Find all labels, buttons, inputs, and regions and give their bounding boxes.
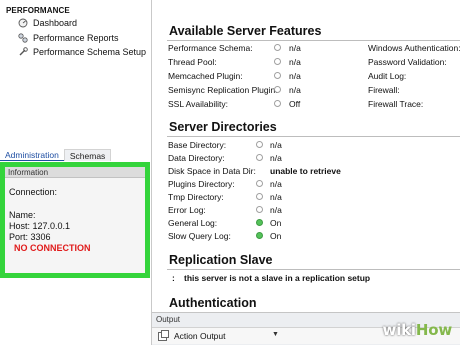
copy-icon[interactable] <box>158 330 169 341</box>
directory-label: Data Directory: <box>168 153 225 163</box>
section-divider <box>167 40 460 41</box>
directory-label: Base Directory: <box>168 140 227 150</box>
feature-value: n/a <box>289 57 301 67</box>
feature-label: Firewall: <box>368 85 400 95</box>
section-divider <box>167 269 460 270</box>
status-indicator-icon <box>256 193 263 200</box>
directory-value: n/a <box>270 192 282 202</box>
server-features-title: Available Server Features <box>169 24 322 38</box>
feature-label: Audit Log: <box>368 71 407 81</box>
feature-label: Firewall Trace: <box>368 99 424 109</box>
directory-value: On <box>270 218 282 228</box>
feature-label: SSL Availability: <box>168 99 229 109</box>
directory-label: General Log: <box>168 218 218 228</box>
nav-item-performance-reports[interactable]: Performance Reports <box>18 32 119 44</box>
replication-separator: : <box>172 273 175 283</box>
status-indicator-icon <box>274 72 281 79</box>
navigator-tabs: Administration Schemas <box>0 149 152 161</box>
output-type-select[interactable]: Action Output <box>174 331 226 341</box>
name-label: Name: <box>9 210 36 220</box>
feature-label: Memcached Plugin: <box>168 71 243 81</box>
feature-value: Off <box>289 99 301 109</box>
authentication-title: Authentication <box>169 296 257 310</box>
connection-label: Connection: <box>9 187 58 197</box>
status-indicator-icon <box>274 44 281 51</box>
replication-title: Replication Slave <box>169 253 273 267</box>
directory-value: On <box>270 231 282 241</box>
watermark-wiki: wiki <box>382 321 417 339</box>
wrench-icon <box>19 47 28 56</box>
feature-label: Performance Schema: <box>168 43 253 53</box>
server-directories-title: Server Directories <box>169 120 277 134</box>
feature-label: Password Validation: <box>368 57 447 67</box>
status-on-icon <box>256 219 263 226</box>
port-value: Port: 3306 <box>9 232 51 242</box>
performance-section-title: PERFORMANCE <box>6 6 70 15</box>
output-label: Output <box>156 315 181 324</box>
feature-value: n/a <box>289 71 301 81</box>
feature-label: Semisync Replication Plugin: <box>168 85 278 95</box>
wikihow-watermark: wikiHow <box>382 321 453 339</box>
replication-message: this server is not a slave in a replicat… <box>184 273 371 283</box>
status-indicator-icon <box>256 154 263 161</box>
status-indicator-icon <box>256 206 263 213</box>
connection-status: NO CONNECTION <box>14 243 91 253</box>
directory-value: n/a <box>270 153 282 163</box>
feature-label: Windows Authentication: <box>368 43 460 53</box>
directory-label: Disk Space in Data Dir: <box>168 166 256 176</box>
nav-item-dashboard[interactable]: Dashboard <box>18 17 77 29</box>
directory-label: Error Log: <box>168 205 206 215</box>
status-indicator-icon <box>274 58 281 65</box>
disk-space-value: unable to retrieve <box>270 166 341 176</box>
nav-item-performance-schema-setup[interactable]: Performance Schema Setup <box>18 46 146 58</box>
section-divider <box>167 136 460 137</box>
nav-item-label: Dashboard <box>33 18 78 28</box>
status-indicator-icon <box>274 100 281 107</box>
status-indicator-icon <box>256 141 263 148</box>
host-value: Host: 127.0.0.1 <box>9 221 71 231</box>
information-panel: Information Connection: Name: Host: 127.… <box>0 162 150 278</box>
directory-value: n/a <box>270 205 282 215</box>
directory-label: Slow Query Log: <box>168 231 231 241</box>
status-on-icon <box>256 232 263 239</box>
reports-icon <box>18 33 28 43</box>
directory-label: Plugins Directory: <box>168 179 235 189</box>
feature-value: n/a <box>289 43 301 53</box>
directory-value: n/a <box>270 140 282 150</box>
status-indicator-icon <box>256 180 263 187</box>
tab-administration[interactable]: Administration <box>0 149 64 161</box>
feature-label: Thread Pool: <box>168 57 217 67</box>
status-indicator-icon <box>274 86 281 93</box>
nav-item-label: Performance Reports <box>33 33 119 43</box>
server-status-pane: Available Server Features Performance Sc… <box>152 0 460 312</box>
information-header: Information <box>5 167 145 178</box>
navigator-panel: PERFORMANCE Dashboard Performance Report… <box>0 0 152 345</box>
directory-label: Tmp Directory: <box>168 192 224 202</box>
watermark-how: How <box>415 321 452 339</box>
dashboard-icon <box>18 18 28 28</box>
directory-value: n/a <box>270 179 282 189</box>
nav-item-label: Performance Schema Setup <box>33 47 147 57</box>
tab-schemas[interactable]: Schemas <box>63 149 112 161</box>
chevron-down-icon[interactable]: ▼ <box>272 331 279 338</box>
feature-value: n/a <box>289 85 301 95</box>
